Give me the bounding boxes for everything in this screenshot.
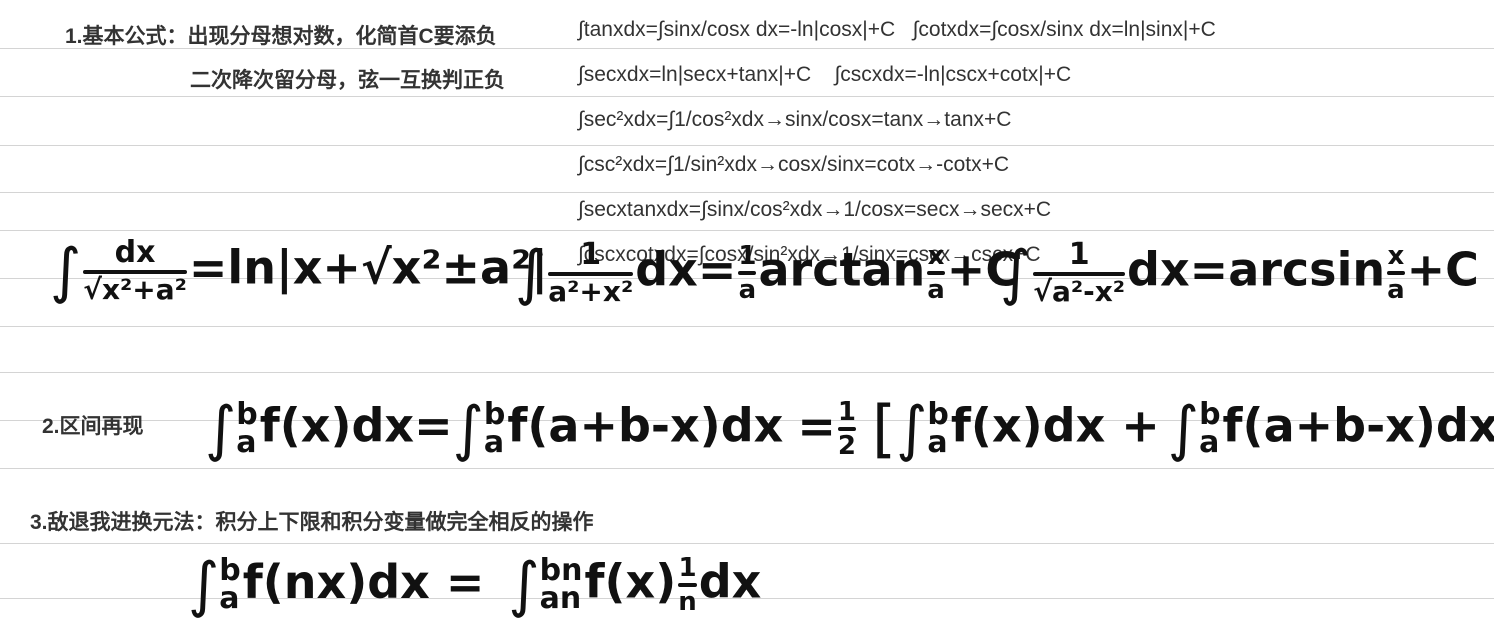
integral-sign: ∫ [515,238,547,308]
coefficient-fraction: 1a [738,241,757,305]
formula-rhs: +C [1406,242,1479,297]
coefficient-fraction: 1n [678,555,697,615]
formula-part: dx [698,554,762,609]
integral-limits: ba [1199,399,1220,460]
formula-rhs: arctan [758,242,926,297]
integral-sign: ∫ [452,394,484,464]
formula-part: f(a+b-x)dx [507,398,784,453]
formula-line: ∫sec²xdx=∫1/cos²xdx→sinx/cosx=tanx→tanx+… [578,108,1012,131]
integral-sign: ∫ [188,550,220,620]
denominator: √x²+a² [83,273,187,306]
integral-sign: ∫ [50,236,82,306]
ruled-line [0,326,1494,327]
handwritten-formula-3: ∫ 1 √a²-x² dx=arcsin x a +C [1000,240,1479,306]
integral-sign: ∫ [1167,394,1200,464]
lower-limit: a [483,425,505,460]
handwritten-formula-2: ∫ 1 a²+x² dx= 1 a arctan x a +C [515,240,1019,306]
section2-heading: 2.区间再现 [42,415,144,438]
formula-part: f(a+b-x)dx [1222,398,1494,453]
integral-sign: ∫ [896,394,928,464]
section1-heading-line1: 1.基本公式：出现分母想对数，化简首C要添负 [65,25,497,48]
formula-part: f(x) [584,554,677,609]
denominator: n [678,587,697,617]
integral-sign: ∫ [205,394,237,464]
formula-line: ∫secxdx=ln|secx+tanx|+C ∫cscxdx=-ln|cscx… [578,63,1072,86]
denominator: a [738,275,757,305]
numerator: 1 [837,397,856,427]
interval-reproduction-formula: ∫ b a f(x)dx=∫ b a f(a+b-x)dx = 1 2 [∫ b a f(x)dx + ∫ b… [205,398,1494,460]
integral-sign: ∫ [1000,238,1032,308]
half-fraction: 12 [837,397,856,461]
numerator: 1 [1068,237,1090,272]
lower-limit: a [927,425,948,460]
numerator: x [927,241,945,271]
numerator: 1 [738,241,757,271]
ruled-line [0,230,1494,231]
denominator: √a²-x² [1033,275,1126,308]
ruled-line [0,96,1494,97]
denominator: a [1387,275,1405,305]
lower-limit: an [539,581,582,616]
formula-line: ∫tanxdx=∫sinx/cosx dx=-ln|cosx|+C ∫cotxd… [578,18,1216,41]
handwritten-formula-1: ∫ dx √x²+a² =ln|x+√x²±a²| [50,238,548,304]
numerator: dx [114,235,156,270]
formula-part: f(nx)dx = [242,554,485,609]
denominator: 2 [837,431,856,461]
lower-limit: a [1199,425,1220,460]
formula-rhs: =ln|x+√x²±a²| [188,240,548,295]
denominator: a²+x² [548,275,634,308]
integral-limits: bn an [539,555,583,616]
substitution-formula: ∫ b a f(nx)dx = ∫ bn an f(x) 1 n dx [188,555,761,615]
fraction: dx √x²+a² [83,238,187,304]
lower-limit: a [236,425,257,460]
lower-limit: a [219,581,240,616]
argument-fraction: xa [1387,243,1405,303]
section1-heading-line2: 二次降次留分母，弦一互换判正负 [190,69,505,92]
integral-limits: ba [483,399,505,460]
denominator: a [927,275,945,305]
ruled-line [0,468,1494,469]
integral-limits: ba [219,555,240,616]
numerator: 1 [580,237,602,272]
formula-mid: dx=arcsin [1127,242,1386,297]
ruled-line [0,192,1494,193]
formula-part: f(x)dx + [950,398,1160,453]
fraction: 1 a²+x² [548,237,634,308]
ruled-line [0,145,1494,146]
integral-sign: ∫ [508,550,540,620]
ruled-line [0,372,1494,373]
argument-fraction: xa [927,243,945,303]
formula-mid: dx= [635,242,737,297]
fraction: 1 √a²-x² [1033,237,1126,308]
section3-heading: 3.敌退我进换元法：积分上下限和积分变量做完全相反的操作 [30,511,594,534]
ruled-line [0,543,1494,544]
numerator: x [1387,241,1405,271]
open-bracket: [ [871,392,897,465]
equals-sign: = [797,398,836,453]
formula-line: ∫csc²xdx=∫1/sin²xdx→cosx/sinx=cotx→-cotx… [578,153,1010,176]
formula-part: f(x)dx= [259,398,453,453]
integral-limits: ba [927,399,948,460]
integral-limits: ba [236,399,257,460]
numerator: 1 [678,553,697,583]
formula-line: ∫secxtanxdx=∫sinx/cos²xdx→1/cosx=secx→se… [578,198,1052,221]
